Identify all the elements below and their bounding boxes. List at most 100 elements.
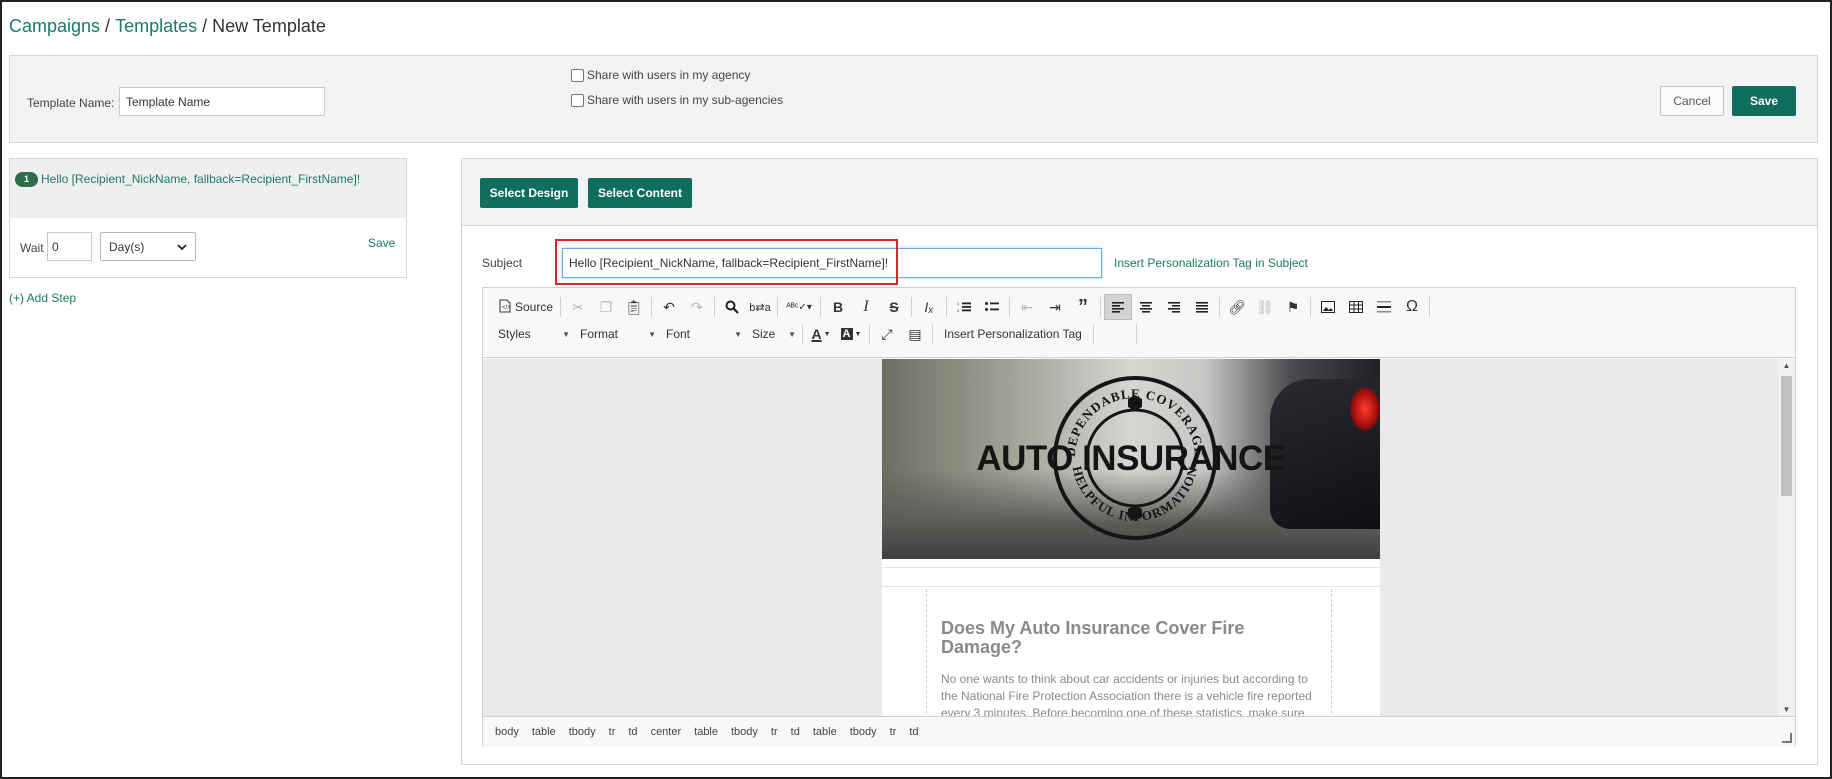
step-panel: 1 Hello [Recipient_NickName, fallback=Rec… xyxy=(9,158,407,278)
scroll-up-icon[interactable]: ▲ xyxy=(1778,361,1795,370)
path-item[interactable]: center xyxy=(651,726,682,738)
unlink-icon[interactable]: ⛓︎ xyxy=(1251,294,1279,320)
svg-text:</>: </> xyxy=(502,305,511,311)
outdent-icon[interactable]: ⇤ xyxy=(1013,294,1041,320)
share-agency-checkbox[interactable] xyxy=(571,68,584,82)
text-color-icon[interactable]: A ▼ xyxy=(806,321,836,347)
scrollbar-thumb[interactable] xyxy=(1781,376,1792,496)
numbered-list-icon[interactable]: 12 xyxy=(950,294,978,320)
blockquote-icon[interactable]: ” xyxy=(1069,294,1097,320)
insert-subject-tag-link[interactable]: Insert Personalization Tag in Subject xyxy=(1114,256,1308,270)
italic-icon[interactable]: I xyxy=(852,294,880,320)
path-item[interactable]: tbody xyxy=(850,726,877,738)
size-dropdown[interactable]: Size ▼ xyxy=(749,321,799,347)
link-icon[interactable]: 🔗︎ xyxy=(1223,294,1251,320)
replace-icon[interactable]: b⇄a xyxy=(746,294,774,320)
align-right-icon[interactable] xyxy=(1160,294,1188,320)
remove-format-icon[interactable]: Iₓ xyxy=(915,294,943,320)
editor-scrollbar[interactable]: ▲ ▼ xyxy=(1778,359,1795,716)
font-label: Font xyxy=(666,327,691,341)
breadcrumb-current: New Template xyxy=(212,16,326,36)
special-char-icon[interactable]: Ω xyxy=(1398,294,1426,320)
path-item[interactable]: table xyxy=(813,726,837,738)
article-block: Does My Auto Insurance Cover Fire Damage… xyxy=(926,589,1332,716)
source-button[interactable]: </> Source xyxy=(495,294,557,320)
wait-input[interactable]: 0 xyxy=(47,232,92,261)
share-subagencies-option[interactable]: Share with users in my sub-agencies xyxy=(571,93,783,107)
subject-input[interactable]: Hello [Recipient_NickName, fallback=Reci… xyxy=(562,248,1102,278)
path-item[interactable]: table xyxy=(694,726,718,738)
bulleted-list-icon[interactable] xyxy=(978,294,1006,320)
styles-dropdown[interactable]: Styles ▼ xyxy=(495,321,573,347)
image-icon[interactable] xyxy=(1314,294,1342,320)
show-blocks-icon[interactable]: ▤ xyxy=(901,321,929,347)
select-content-button[interactable]: Select Content xyxy=(588,178,692,208)
align-justify-icon[interactable] xyxy=(1188,294,1216,320)
table-icon[interactable] xyxy=(1342,294,1370,320)
format-dropdown[interactable]: Format ▼ xyxy=(577,321,659,347)
breadcrumb: Campaigns / Templates / New Template xyxy=(9,16,326,37)
svg-text:2: 2 xyxy=(957,308,960,313)
font-dropdown[interactable]: Font ▼ xyxy=(663,321,745,347)
find-icon[interactable] xyxy=(718,294,746,320)
path-item[interactable]: td xyxy=(909,726,918,738)
align-center-icon[interactable] xyxy=(1132,294,1160,320)
path-item[interactable]: tbody xyxy=(731,726,758,738)
dropdown-arrow-icon: ▼ xyxy=(562,329,570,339)
breadcrumb-campaigns-link[interactable]: Campaigns xyxy=(9,16,100,36)
chevron-down-icon xyxy=(177,240,187,254)
undo-icon[interactable]: ↶ xyxy=(655,294,683,320)
path-item[interactable]: tr xyxy=(609,726,616,738)
copy-icon[interactable]: ❐ xyxy=(592,294,620,320)
step-save-link[interactable]: Save xyxy=(368,236,395,250)
cancel-button[interactable]: Cancel xyxy=(1660,86,1724,116)
bold-icon[interactable]: B xyxy=(824,294,852,320)
path-item[interactable]: tbody xyxy=(569,726,596,738)
editor-panel: Select Design Select Content Subject Hel… xyxy=(461,158,1818,765)
strikethrough-icon[interactable]: S xyxy=(880,294,908,320)
path-item[interactable]: body xyxy=(495,726,519,738)
rich-text-editor: </> Source ✂ ❐ 📋︎ ↶ ↷ b⇄a ᴬᴮᶜ✓▾ B I S Iₓ… xyxy=(482,287,1796,747)
spellcheck-icon[interactable]: ᴬᴮᶜ✓▾ xyxy=(781,294,817,320)
dropdown-arrow-icon: ▼ xyxy=(734,329,742,339)
scroll-down-icon[interactable]: ▼ xyxy=(1778,705,1795,714)
resize-handle[interactable] xyxy=(1782,733,1792,743)
indent-icon[interactable]: ⇥ xyxy=(1041,294,1069,320)
template-name-label: Template Name: xyxy=(27,96,115,110)
step-number-badge: 1 xyxy=(15,172,38,187)
hero-banner-image: DEPENDABLE COVERAGE HELPFUL INFORMATION … xyxy=(882,359,1380,559)
wait-unit-select[interactable]: Day(s) xyxy=(100,232,196,261)
breadcrumb-templates-link[interactable]: Templates xyxy=(115,16,197,36)
select-design-button[interactable]: Select Design xyxy=(480,178,578,208)
editor-content-area[interactable]: DEPENDABLE COVERAGE HELPFUL INFORMATION … xyxy=(483,359,1779,716)
size-label: Size xyxy=(752,327,776,341)
editor-toolbar: </> Source ✂ ❐ 📋︎ ↶ ↷ b⇄a ᴬᴮᶜ✓▾ B I S Iₓ… xyxy=(483,288,1795,358)
paste-icon[interactable]: 📋︎ xyxy=(620,294,648,320)
path-item[interactable]: tr xyxy=(890,726,897,738)
wait-label: Wait xyxy=(20,241,44,255)
add-step-link[interactable]: (+) Add Step xyxy=(9,291,76,305)
step-item[interactable]: 1 Hello [Recipient_NickName, fallback=Rec… xyxy=(10,159,406,218)
subject-label: Subject xyxy=(482,256,523,270)
maximize-icon[interactable]: ⤢ xyxy=(873,321,901,347)
path-item[interactable]: td xyxy=(628,726,637,738)
horizontal-line-icon[interactable] xyxy=(1370,294,1398,320)
share-agency-option[interactable]: Share with users in my agency xyxy=(571,68,750,82)
toolbar-row-1: </> Source ✂ ❐ 📋︎ ↶ ↷ b⇄a ᴬᴮᶜ✓▾ B I S Iₓ… xyxy=(495,294,1433,320)
redo-icon[interactable]: ↷ xyxy=(683,294,711,320)
email-preview: DEPENDABLE COVERAGE HELPFUL INFORMATION … xyxy=(882,359,1380,716)
template-name-input[interactable] xyxy=(119,87,325,116)
anchor-flag-icon[interactable]: ⚑ xyxy=(1279,294,1307,320)
template-settings-panel: Template Name: Share with users in my ag… xyxy=(9,55,1818,143)
insert-personalization-tag-button[interactable]: Insert Personalization Tag xyxy=(936,321,1090,347)
path-item[interactable]: td xyxy=(791,726,800,738)
align-left-icon[interactable] xyxy=(1104,294,1133,320)
path-item[interactable]: tr xyxy=(771,726,778,738)
path-item[interactable]: table xyxy=(532,726,556,738)
svg-text:1: 1 xyxy=(957,301,960,306)
background-color-icon[interactable]: A ▼ xyxy=(836,321,866,347)
save-template-button[interactable]: Save xyxy=(1732,86,1796,116)
share-subagencies-checkbox[interactable] xyxy=(571,93,584,107)
step-title[interactable]: Hello [Recipient_NickName, fallback=Reci… xyxy=(41,172,360,186)
cut-icon[interactable]: ✂ xyxy=(564,294,592,320)
